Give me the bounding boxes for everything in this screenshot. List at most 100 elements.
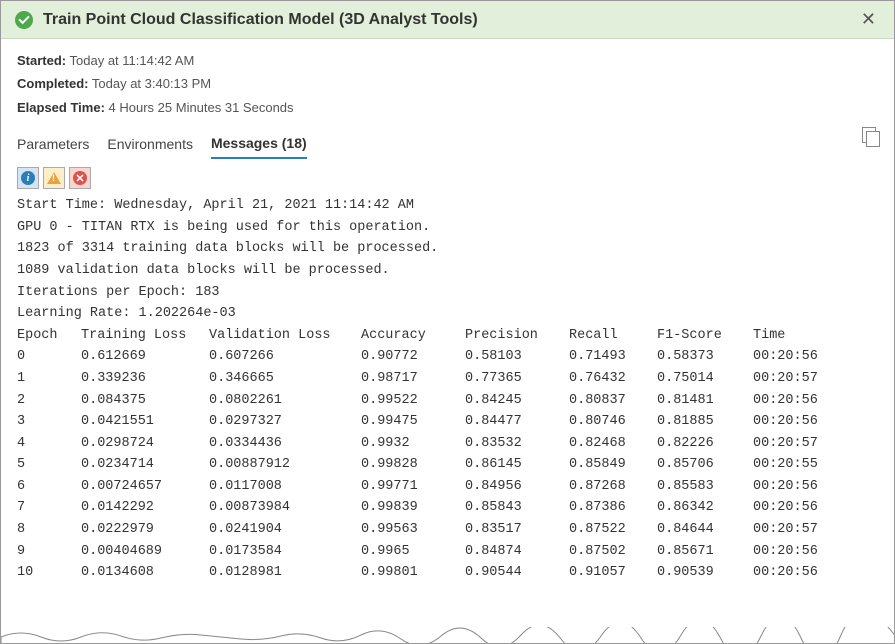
cell-rec: 0.80837 — [569, 390, 657, 412]
cell-acc: 0.99828 — [361, 454, 465, 476]
log-line: Start Time: Wednesday, April 21, 2021 11… — [17, 195, 878, 217]
cell-rec: 0.91057 — [569, 562, 657, 584]
cell-f1: 0.90539 — [657, 562, 753, 584]
cell-vloss: 0.00873984 — [209, 497, 361, 519]
cell-time: 00:20:56 — [753, 497, 818, 519]
cell-time: 00:20:55 — [753, 454, 818, 476]
info-filter-button[interactable]: i — [17, 167, 39, 189]
error-icon: ✕ — [73, 171, 87, 185]
cell-rec: 0.76432 — [569, 368, 657, 390]
cell-epoch: 3 — [17, 411, 81, 433]
error-filter-button[interactable]: ✕ — [69, 167, 91, 189]
cell-rec: 0.87502 — [569, 541, 657, 563]
header-bar: Train Point Cloud Classification Model (… — [1, 1, 894, 39]
completed-row: Completed: Today at 3:40:13 PM — [17, 72, 878, 95]
cell-time: 00:20:56 — [753, 346, 818, 368]
warning-filter-button[interactable] — [43, 167, 65, 189]
cell-f1: 0.85671 — [657, 541, 753, 563]
cell-epoch: 1 — [17, 368, 81, 390]
cell-time: 00:20:56 — [753, 390, 818, 412]
tabs-bar: Parameters Environments Messages (18) — [1, 123, 894, 159]
log-line: Iterations per Epoch: 183 — [17, 282, 878, 304]
cell-f1: 0.81481 — [657, 390, 753, 412]
cell-f1: 0.82226 — [657, 433, 753, 455]
torn-edge — [1, 627, 895, 644]
cell-acc: 0.99839 — [361, 497, 465, 519]
cell-f1: 0.86342 — [657, 497, 753, 519]
cell-prec: 0.84874 — [465, 541, 569, 563]
close-button[interactable]: ✕ — [857, 9, 880, 30]
col-tloss-header: Training Loss — [81, 325, 209, 347]
cell-epoch: 5 — [17, 454, 81, 476]
cell-tloss: 0.0222979 — [81, 519, 209, 541]
cell-acc: 0.99801 — [361, 562, 465, 584]
table-row: 60.007246570.01170080.997710.849560.8726… — [17, 476, 878, 498]
tab-parameters[interactable]: Parameters — [17, 130, 89, 158]
cell-f1: 0.84644 — [657, 519, 753, 541]
cell-tloss: 0.084375 — [81, 390, 209, 412]
completed-label: Completed: — [17, 76, 89, 91]
cell-acc: 0.99475 — [361, 411, 465, 433]
cell-acc: 0.90772 — [361, 346, 465, 368]
cell-time: 00:20:56 — [753, 562, 818, 584]
cell-acc: 0.99771 — [361, 476, 465, 498]
cell-tloss: 0.0298724 — [81, 433, 209, 455]
cell-tloss: 0.339236 — [81, 368, 209, 390]
tool-title: Train Point Cloud Classification Model (… — [43, 11, 847, 29]
cell-acc: 0.99522 — [361, 390, 465, 412]
cell-vloss: 0.0173584 — [209, 541, 361, 563]
table-row: 100.01346080.01289810.998010.905440.9105… — [17, 562, 878, 584]
cell-time: 00:20:57 — [753, 519, 818, 541]
cell-time: 00:20:57 — [753, 368, 818, 390]
cell-tloss: 0.0421551 — [81, 411, 209, 433]
cell-vloss: 0.0802261 — [209, 390, 361, 412]
tab-environments[interactable]: Environments — [107, 130, 193, 158]
cell-time: 00:20:56 — [753, 411, 818, 433]
cell-rec: 0.87386 — [569, 497, 657, 519]
cell-time: 00:20:56 — [753, 476, 818, 498]
cell-prec: 0.84477 — [465, 411, 569, 433]
cell-epoch: 0 — [17, 346, 81, 368]
cell-f1: 0.58373 — [657, 346, 753, 368]
col-rec-header: Recall — [569, 325, 657, 347]
warning-icon — [47, 172, 61, 184]
geoprocessing-results-panel: Train Point Cloud Classification Model (… — [0, 0, 895, 644]
cell-f1: 0.85583 — [657, 476, 753, 498]
cell-prec: 0.77365 — [465, 368, 569, 390]
cell-tloss: 0.612669 — [81, 346, 209, 368]
cell-f1: 0.85706 — [657, 454, 753, 476]
cell-time: 00:20:56 — [753, 541, 818, 563]
cell-tloss: 0.00404689 — [81, 541, 209, 563]
col-epoch-header: Epoch — [17, 325, 81, 347]
cell-vloss: 0.346665 — [209, 368, 361, 390]
elapsed-label: Elapsed Time: — [17, 100, 105, 115]
table-row: 10.3392360.3466650.987170.773650.764320.… — [17, 368, 878, 390]
cell-prec: 0.83532 — [465, 433, 569, 455]
cell-vloss: 0.00887912 — [209, 454, 361, 476]
cell-rec: 0.85849 — [569, 454, 657, 476]
cell-tloss: 0.0142292 — [81, 497, 209, 519]
cell-epoch: 8 — [17, 519, 81, 541]
table-row: 00.6126690.6072660.907720.581030.714930.… — [17, 346, 878, 368]
cell-prec: 0.90544 — [465, 562, 569, 584]
completed-value: Today at 3:40:13 PM — [92, 76, 211, 91]
cell-epoch: 10 — [17, 562, 81, 584]
cell-prec: 0.83517 — [465, 519, 569, 541]
copy-icon[interactable] — [862, 127, 880, 147]
tab-messages[interactable]: Messages (18) — [211, 129, 307, 159]
started-value: Today at 11:14:42 AM — [70, 53, 195, 68]
cell-tloss: 0.0134608 — [81, 562, 209, 584]
cell-epoch: 4 — [17, 433, 81, 455]
run-meta: Started: Today at 11:14:42 AM Completed:… — [1, 39, 894, 123]
info-icon: i — [21, 171, 35, 185]
table-row: 70.01422920.008739840.998390.858430.8738… — [17, 497, 878, 519]
table-row: 50.02347140.008879120.998280.861450.8584… — [17, 454, 878, 476]
cell-prec: 0.84956 — [465, 476, 569, 498]
table-row: 40.02987240.03344360.99320.835320.824680… — [17, 433, 878, 455]
cell-epoch: 9 — [17, 541, 81, 563]
message-filter-icons: i ✕ — [1, 159, 894, 195]
elapsed-value: 4 Hours 25 Minutes 31 Seconds — [109, 100, 294, 115]
table-header-row: EpochTraining LossValidation LossAccurac… — [17, 325, 878, 347]
cell-time: 00:20:57 — [753, 433, 818, 455]
cell-f1: 0.75014 — [657, 368, 753, 390]
